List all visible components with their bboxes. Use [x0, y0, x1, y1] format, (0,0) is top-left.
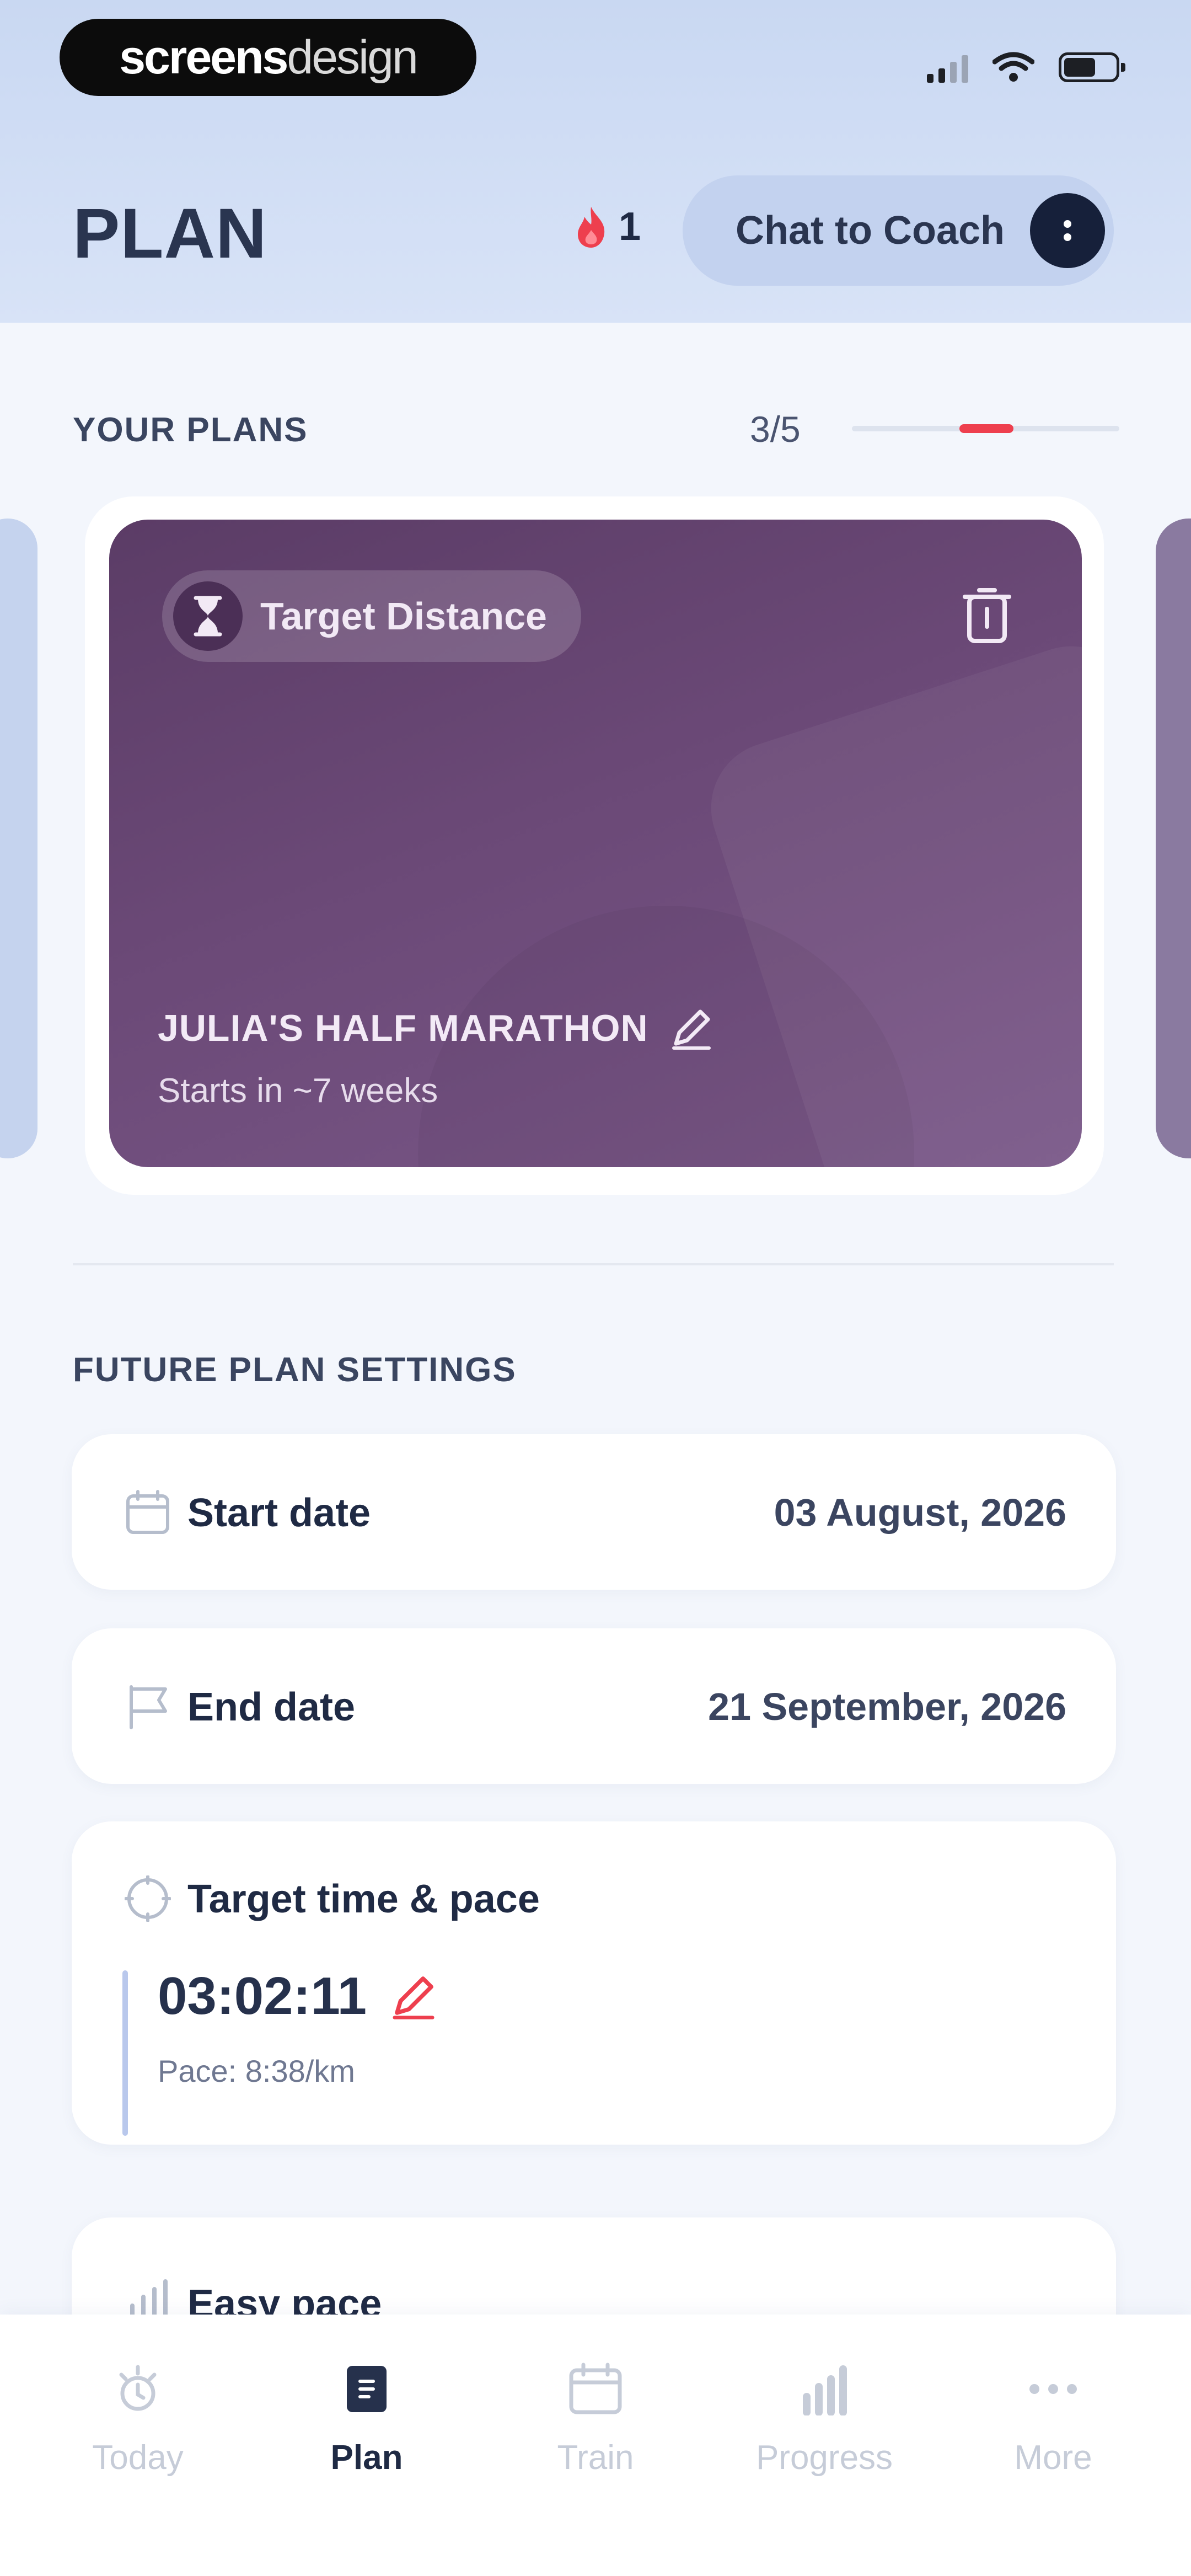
nav-train[interactable]: Train: [513, 2359, 678, 2477]
plan-icon: [336, 2359, 397, 2419]
coach-menu-icon: [1030, 193, 1105, 268]
previous-plan-card[interactable]: [0, 519, 37, 1158]
next-plan-card[interactable]: [1156, 519, 1191, 1158]
flame-icon: [578, 207, 605, 248]
calendar-icon: [126, 1490, 169, 1534]
nav-train-label: Train: [557, 2439, 634, 2477]
edit-pencil-icon[interactable]: [668, 1005, 715, 1051]
section-divider: [73, 1263, 1114, 1265]
plans-pagination: [852, 424, 1119, 433]
nav-progress-label: Progress: [755, 2439, 893, 2477]
more-icon: [1023, 2359, 1083, 2419]
nav-today-label: Today: [92, 2439, 184, 2477]
flag-icon: [130, 1685, 167, 1729]
plan-card[interactable]: Target Distance JULIA'S HALF MARATHON St…: [109, 520, 1082, 1167]
app-header: screens design PLAN 1 Chat to Coach: [0, 0, 1191, 323]
streak-count: 1: [619, 205, 641, 249]
battery-icon: [1059, 52, 1125, 82]
plan-start-subtitle: Starts in ~7 weeks: [158, 1072, 438, 1110]
target-pace: Pace: 8:38/km: [158, 2054, 355, 2088]
nav-more[interactable]: More: [970, 2359, 1136, 2477]
streak-indicator[interactable]: 1: [573, 204, 641, 249]
target-time[interactable]: 03:02:11: [158, 1966, 438, 2027]
bottom-navigation: Today Plan Train Progress More: [0, 2315, 1191, 2576]
nav-today[interactable]: Today: [55, 2359, 221, 2477]
plan-name[interactable]: JULIA'S HALF MARATHON: [158, 1005, 715, 1051]
wifi-icon: [993, 52, 1034, 82]
target-time-value: 03:02:11: [158, 1966, 367, 2025]
trash-icon[interactable]: [954, 581, 1020, 648]
edit-pencil-icon[interactable]: [389, 1971, 438, 2021]
plan-type-label: Target Distance: [260, 595, 547, 638]
brand-logo-text-bold: screens: [119, 30, 288, 84]
chat-to-coach-button[interactable]: Chat to Coach: [683, 175, 1114, 286]
end-date-value: 21 September, 2026: [708, 1685, 1066, 1728]
end-date-row[interactable]: End date 21 September, 2026: [72, 1628, 1116, 1784]
future-plan-settings-heading: FUTURE PLAN SETTINGS: [73, 1351, 517, 1389]
start-date-value: 03 August, 2026: [774, 1491, 1066, 1534]
end-date-label: End date: [187, 1685, 356, 1729]
chart-icon: [794, 2359, 855, 2419]
target-accent-bar: [122, 1970, 128, 2136]
target-time-pace-label: Target time & pace: [187, 1877, 540, 1921]
plan-name-text: JULIA'S HALF MARATHON: [158, 1007, 648, 1049]
cellular-signal-icon: [927, 52, 968, 83]
page-title: PLAN: [73, 194, 267, 273]
brand-logo-text-light: design: [287, 30, 418, 84]
nav-plan-label: Plan: [330, 2439, 403, 2477]
target-time-pace-card[interactable]: Target time & pace 03:02:11 Pace: 8:38/k…: [72, 1821, 1116, 2145]
start-date-label: Start date: [187, 1491, 371, 1535]
brand-logo: screens design: [60, 19, 476, 96]
your-plans-heading: YOUR PLANS: [73, 411, 308, 449]
start-date-row[interactable]: Start date 03 August, 2026: [72, 1434, 1116, 1590]
nav-more-label: More: [1014, 2439, 1092, 2477]
calendar-icon: [565, 2359, 626, 2419]
target-icon: [125, 1875, 171, 1922]
nav-plan[interactable]: Plan: [284, 2359, 449, 2477]
chat-to-coach-label: Chat to Coach: [736, 209, 1005, 253]
hourglass-icon: [173, 581, 243, 651]
today-icon: [108, 2359, 168, 2419]
status-bar: [927, 45, 1125, 89]
pagination-active-indicator: [959, 424, 1013, 433]
nav-progress[interactable]: Progress: [742, 2359, 907, 2477]
plans-counter: 3/5: [750, 409, 801, 450]
plan-type-badge: Target Distance: [162, 570, 581, 662]
